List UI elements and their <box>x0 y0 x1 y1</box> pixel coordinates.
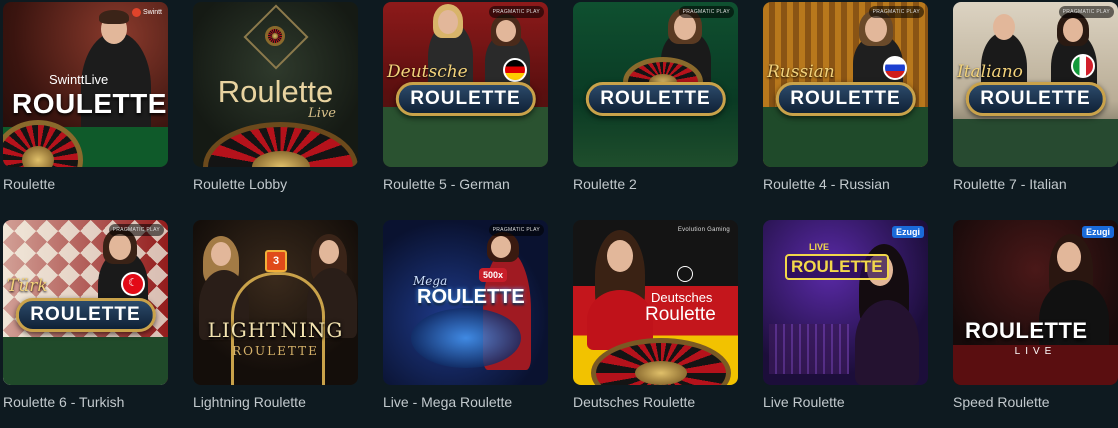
game-card-roulette[interactable]: Swintt SwinttLive ROULETTE Roulette <box>3 2 168 210</box>
provider-badge: PRAGMATIC PLAY <box>868 6 924 18</box>
brand-label: SwinttLive <box>49 72 109 87</box>
game-thumbnail[interactable]: 3 LIGHTNING ROULETTE <box>193 220 358 385</box>
game-logo: ROULETTE <box>417 286 525 308</box>
russian-flag-icon <box>883 56 907 80</box>
ezugi-badge: Ezugi <box>1082 226 1114 238</box>
provider-badge: Evolution Gaming <box>677 227 730 233</box>
multiplier-badge: 500x <box>479 268 508 282</box>
game-thumbnail[interactable]: Swintt SwinttLive ROULETTE <box>3 2 168 167</box>
language-script: Deutsche <box>387 62 468 82</box>
italian-flag-icon <box>1071 54 1095 78</box>
game-card-roulette-4-russian[interactable]: PRAGMATIC PLAY Russian ROULETTE Roulette… <box>763 2 928 210</box>
game-thumbnail[interactable]: PRAGMATIC PLAY Italiano ROULETTE <box>953 2 1118 167</box>
provider-badge: PRAGMATIC PLAY <box>1058 6 1114 18</box>
game-card-speed-roulette[interactable]: Ezugi ROULETTE LIVE Speed Roulette <box>953 220 1118 428</box>
provider-badge: PRAGMATIC PLAY <box>488 6 544 18</box>
game-title[interactable]: Roulette 5 - German <box>383 175 548 193</box>
game-sub-logo: Live <box>308 106 336 121</box>
game-logo: ROULETTE <box>775 82 916 116</box>
game-logo: Roulette <box>645 304 716 325</box>
german-flag-icon <box>503 58 527 82</box>
game-grid: Swintt SwinttLive ROULETTE Roulette Roul… <box>3 2 1118 428</box>
game-title[interactable]: Roulette Lobby <box>193 175 358 193</box>
roulette-emblem-icon <box>677 266 693 282</box>
game-thumbnail[interactable]: PRAGMATIC PLAY Russian ROULETTE <box>763 2 928 167</box>
multiplier-badge: 3 <box>265 250 287 272</box>
game-title[interactable]: Roulette 4 - Russian <box>763 175 928 193</box>
provider-badge: PRAGMATIC PLAY <box>678 6 734 18</box>
game-logo: ROULETTE <box>965 318 1088 343</box>
game-thumbnail[interactable]: PRAGMATIC PLAY Türk ☾ ROULETTE <box>3 220 168 385</box>
game-title[interactable]: Roulette <box>3 175 168 193</box>
game-card-roulette-5-german[interactable]: PRAGMATIC PLAY Deutsche ROULETTE Roulett… <box>383 2 548 210</box>
game-thumbnail[interactable]: PRAGMATIC PLAY Deutsche ROULETTE <box>383 2 548 167</box>
game-logo: ROULETTE <box>395 82 536 116</box>
game-card-roulette-2[interactable]: PRAGMATIC PLAY ROULETTE Roulette 2 <box>573 2 738 210</box>
game-title[interactable]: Roulette 7 - Italian <box>953 175 1118 193</box>
game-thumbnail[interactable]: Evolution Gaming Deutsches Roulette <box>573 220 738 385</box>
swintt-logo-icon <box>131 8 141 17</box>
game-logo: LIGHTNING <box>207 318 344 342</box>
game-logo: ROULETTE <box>785 254 889 280</box>
game-thumbnail[interactable]: Ezugi LIVE ROULETTE <box>763 220 928 385</box>
game-title[interactable]: Roulette 6 - Turkish <box>3 393 168 411</box>
game-card-live-roulette[interactable]: Ezugi LIVE ROULETTE Live Roulette <box>763 220 928 428</box>
swintt-provider-badge: Swintt <box>131 8 162 17</box>
game-sub-logo: ROULETTE <box>232 344 319 358</box>
language-script: Türk <box>7 276 48 296</box>
game-title[interactable]: Roulette 2 <box>573 175 738 193</box>
provider-badge: PRAGMATIC PLAY <box>488 224 544 236</box>
game-thumbnail[interactable]: Roulette Live <box>193 2 358 167</box>
game-title[interactable]: Lightning Roulette <box>193 393 358 411</box>
live-label: LIVE <box>809 242 830 252</box>
turkish-flag-icon: ☾ <box>121 272 145 296</box>
game-logo: ROULETTE <box>965 82 1106 116</box>
game-card-deutsches-roulette[interactable]: Evolution Gaming Deutsches Roulette Deut… <box>573 220 738 428</box>
game-title[interactable]: Live - Mega Roulette <box>383 393 548 411</box>
game-thumbnail[interactable]: PRAGMATIC PLAY ROULETTE <box>573 2 738 167</box>
game-card-live-mega-roulette[interactable]: PRAGMATIC PLAY 500x Mega ROULETTE Live -… <box>383 220 548 428</box>
language-script: Italiano <box>957 62 1023 82</box>
game-thumbnail[interactable]: PRAGMATIC PLAY 500x Mega ROULETTE <box>383 220 548 385</box>
game-card-lightning-roulette[interactable]: 3 LIGHTNING ROULETTE Lightning Roulette <box>193 220 358 428</box>
game-title[interactable]: Deutsches Roulette <box>573 393 738 411</box>
game-title[interactable]: Live Roulette <box>763 393 928 411</box>
game-card-roulette-6-turkish[interactable]: PRAGMATIC PLAY Türk ☾ ROULETTE Roulette … <box>3 220 168 428</box>
game-script: Deutsches <box>651 290 713 305</box>
ezugi-badge: Ezugi <box>892 226 924 238</box>
game-logo: ROULETTE <box>12 88 167 119</box>
game-title[interactable]: Speed Roulette <box>953 393 1118 411</box>
game-card-roulette-7-italian[interactable]: PRAGMATIC PLAY Italiano ROULETTE Roulett… <box>953 2 1118 210</box>
game-card-roulette-lobby[interactable]: Roulette Live Roulette Lobby <box>193 2 358 210</box>
language-script: Russian <box>767 62 835 82</box>
game-logo: ROULETTE <box>15 298 156 332</box>
live-label: LIVE <box>1014 346 1057 357</box>
game-logo: ROULETTE <box>585 82 726 116</box>
game-logo: Roulette <box>217 74 334 109</box>
game-thumbnail[interactable]: Ezugi ROULETTE LIVE <box>953 220 1118 385</box>
provider-badge: PRAGMATIC PLAY <box>108 224 164 236</box>
